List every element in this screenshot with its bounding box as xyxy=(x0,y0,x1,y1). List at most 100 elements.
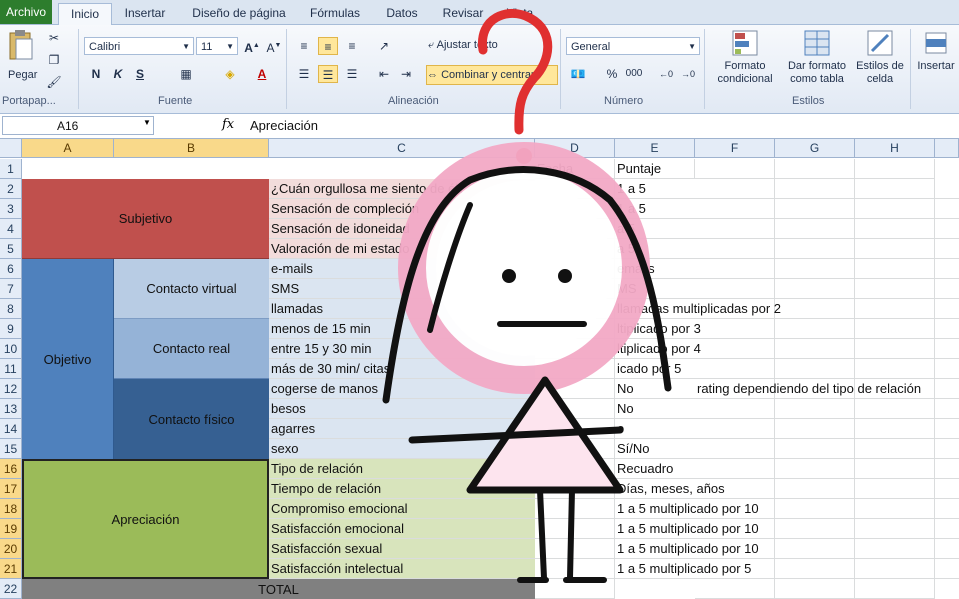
cell-e19[interactable]: 1 a 5 multiplicado por 10 xyxy=(615,519,959,539)
cell-e5[interactable]: a 5 xyxy=(615,239,959,259)
font-size-combo[interactable]: 11 ▼ xyxy=(196,37,238,55)
cell-c15[interactable]: sexo xyxy=(269,439,535,459)
row-header-18[interactable]: 18 xyxy=(0,499,22,519)
cell-d11[interactable] xyxy=(535,359,615,379)
cell-d18[interactable] xyxy=(535,499,615,519)
row-header-6[interactable]: 6 xyxy=(0,259,22,279)
row-header-17[interactable]: 17 xyxy=(0,479,22,499)
col-header-e[interactable]: E xyxy=(615,139,695,158)
col-header-h[interactable]: H xyxy=(855,139,935,158)
conditional-format-button[interactable]: Formato condicional xyxy=(712,29,778,86)
cell-c16[interactable]: Tipo de relación xyxy=(269,459,535,479)
row-header-8[interactable]: 8 xyxy=(0,299,22,319)
cell-e13[interactable]: No xyxy=(615,399,959,419)
shrink-font-icon[interactable]: A▼ xyxy=(264,37,284,55)
row-header-22[interactable]: 22 xyxy=(0,579,22,599)
row-header-16[interactable]: 16 xyxy=(0,459,22,479)
cell-c12[interactable]: cogerse de manos xyxy=(269,379,535,399)
cell-c19[interactable]: Satisfacción emocional xyxy=(269,519,535,539)
row-header-4[interactable]: 4 xyxy=(0,219,22,239)
cell-c21[interactable]: Satisfacción intelectual xyxy=(269,559,535,579)
cell-e18[interactable]: 1 a 5 multiplicado por 10 xyxy=(615,499,959,519)
header-puntaje[interactable]: Puntaje xyxy=(615,159,695,179)
paste-button[interactable]: Pegar xyxy=(6,29,38,89)
tab-archivo[interactable]: Archivo xyxy=(0,0,52,24)
tab-revisar[interactable]: Revisar xyxy=(436,3,490,24)
cell-d15[interactable] xyxy=(535,439,615,459)
cell-c5[interactable]: Valoración de mi estado xyxy=(269,239,535,259)
cell-e2[interactable]: 1 a 5 xyxy=(615,179,959,199)
select-all-corner[interactable] xyxy=(0,139,22,158)
tab-formulas[interactable]: Fórmulas xyxy=(304,3,366,24)
tab-diseno-pagina[interactable]: Diseño de página xyxy=(186,3,292,24)
cell-d4[interactable] xyxy=(535,219,615,239)
cell-d14[interactable] xyxy=(535,419,615,439)
chevron-down-icon[interactable]: ▼ xyxy=(143,118,151,127)
row-header-13[interactable]: 13 xyxy=(0,399,22,419)
row-header-5[interactable]: 5 xyxy=(0,239,22,259)
col-header-b[interactable]: B xyxy=(114,139,269,158)
cell-d6[interactable] xyxy=(535,259,615,279)
fill-color-icon[interactable]: ◈ xyxy=(220,65,240,83)
align-right-icon[interactable]: ☰ xyxy=(342,65,362,83)
group-apreciacion[interactable]: Apreciación xyxy=(22,459,269,579)
align-middle-icon[interactable]: ≡ xyxy=(318,37,338,55)
group-contacto-real[interactable]: Contacto real xyxy=(114,319,269,379)
cell-c20[interactable]: Satisfacción sexual xyxy=(269,539,535,559)
col-header-d[interactable]: D xyxy=(535,139,615,158)
tab-inicio[interactable]: Inicio xyxy=(58,3,112,26)
cell-d22[interactable] xyxy=(535,579,615,599)
group-contacto-virtual[interactable]: Contacto virtual xyxy=(114,259,269,319)
borders-icon[interactable]: ▦ xyxy=(176,65,196,83)
row-total[interactable]: TOTAL xyxy=(22,579,535,599)
cell-c3[interactable]: Sensación de compleción xyxy=(269,199,535,219)
cell-d3[interactable] xyxy=(535,199,615,219)
increase-indent-icon[interactable]: ⇥ xyxy=(396,65,416,83)
tab-vista[interactable]: Vista xyxy=(498,3,542,24)
align-left-icon[interactable]: ☰ xyxy=(294,65,314,83)
row-header-1[interactable]: 1 xyxy=(0,159,22,179)
tab-insertar[interactable]: Insertar xyxy=(118,3,172,24)
row-header-7[interactable]: 7 xyxy=(0,279,22,299)
cell-e3[interactable]: 1 a 5 xyxy=(615,199,959,219)
cell-d5[interactable] xyxy=(535,239,615,259)
cell-c10[interactable]: entre 15 y 30 min xyxy=(269,339,535,359)
col-header-a[interactable]: A xyxy=(22,139,114,158)
cell-c17[interactable]: Tiempo de relación xyxy=(269,479,535,499)
wrap-text-button[interactable]: ⤶ Ajustar texto xyxy=(428,39,498,52)
col-header-c[interactable]: C xyxy=(269,139,535,158)
cell-c8[interactable]: llamadas xyxy=(269,299,535,319)
cell-e14[interactable]: o xyxy=(615,419,959,439)
row-header-14[interactable]: 14 xyxy=(0,419,22,439)
group-contacto-fisico[interactable]: Contacto físico xyxy=(114,379,269,459)
row-header-12[interactable]: 12 xyxy=(0,379,22,399)
cell-c18[interactable]: Compromiso emocional xyxy=(269,499,535,519)
cell-d10[interactable] xyxy=(535,339,615,359)
cell-f1[interactable] xyxy=(695,159,775,179)
cell-d9[interactable] xyxy=(535,319,615,339)
cell-g22[interactable] xyxy=(775,579,855,599)
cell-e11[interactable]: icado por 5 xyxy=(615,359,959,379)
cell-e16[interactable]: Recuadro xyxy=(615,459,959,479)
currency-icon[interactable]: 💶 xyxy=(568,65,588,83)
orientation-icon[interactable]: ↗ xyxy=(374,37,394,55)
cell-e20[interactable]: 1 a 5 multiplicado por 10 xyxy=(615,539,959,559)
row-header-19[interactable]: 19 xyxy=(0,519,22,539)
row-header-21[interactable]: 21 xyxy=(0,559,22,579)
row-header-9[interactable]: 9 xyxy=(0,319,22,339)
grow-font-icon[interactable]: A▲ xyxy=(242,37,262,55)
name-box[interactable]: A16 xyxy=(2,116,154,135)
formula-input[interactable]: Apreciación xyxy=(250,118,318,133)
note-f12[interactable]: rating dependiendo del tipo de relación xyxy=(695,379,959,399)
cell-h22[interactable] xyxy=(855,579,935,599)
cell-c11[interactable]: más de 30 min/ citas xyxy=(269,359,535,379)
cut-icon[interactable]: ✂ xyxy=(44,29,64,47)
cell-c6[interactable]: e-mails xyxy=(269,259,535,279)
tab-datos[interactable]: Datos xyxy=(378,3,426,24)
group-subjetivo[interactable]: Subjetivo xyxy=(22,179,269,259)
thousands-button[interactable]: 000 xyxy=(624,65,644,83)
font-color-icon[interactable]: A xyxy=(252,65,272,83)
cell-g1[interactable] xyxy=(775,159,855,179)
cell-e6[interactable]: emails xyxy=(615,259,959,279)
cell-e7[interactable]: MS xyxy=(615,279,959,299)
